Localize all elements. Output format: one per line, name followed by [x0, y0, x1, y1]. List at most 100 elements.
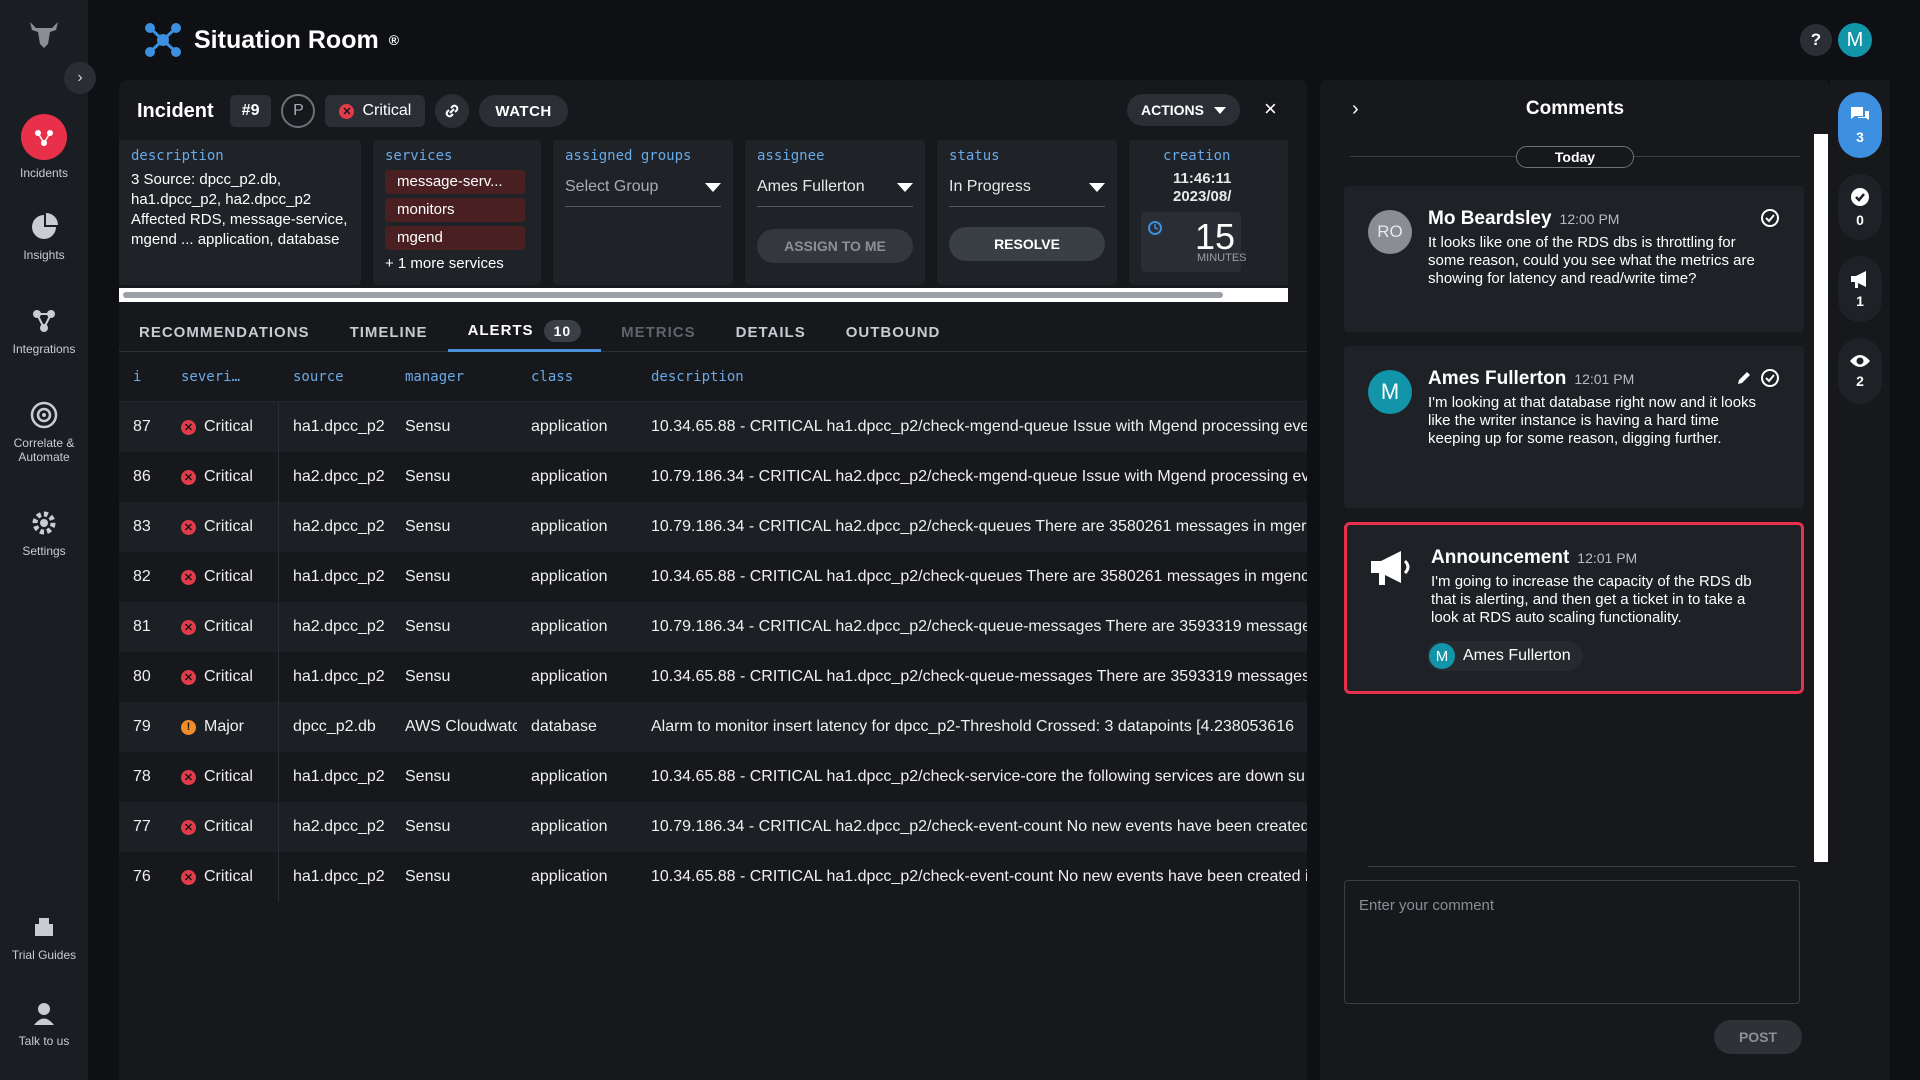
user-avatar[interactable]: M: [1838, 23, 1872, 57]
alert-manager: Sensu: [405, 418, 451, 435]
nav-item-insights[interactable]: Insights: [0, 212, 88, 262]
alert-manager: Sensu: [405, 818, 451, 835]
rail-comments-button[interactable]: 3: [1838, 92, 1882, 158]
creation-card: creation 11:46:11 2023/08/ 15 MINUTES: [1129, 140, 1288, 285]
caret-down-icon: [1214, 106, 1226, 114]
alert-class: application: [531, 818, 608, 835]
comments-scrollbar[interactable]: [1814, 134, 1828, 862]
column-header-description[interactable]: description: [637, 369, 1307, 385]
actions-button[interactable]: ACTIONS: [1127, 94, 1240, 126]
column-header-id[interactable]: i: [119, 369, 169, 385]
nav-item-integrations[interactable]: Integrations: [0, 306, 88, 356]
table-row[interactable]: 81 ✕ Critical ha2.dpcc_p2 Sensu application 10…: [119, 602, 1307, 652]
nav-item-incidents[interactable]: Incidents: [0, 114, 88, 180]
column-header-manager[interactable]: manager: [391, 369, 517, 385]
assign-to-me-button[interactable]: ASSIGN TO ME: [757, 229, 913, 263]
service-tag[interactable]: mgend: [385, 226, 525, 250]
alert-manager: Sensu: [405, 468, 451, 485]
rail-count: 1: [1856, 293, 1864, 309]
bull-logo-icon[interactable]: [26, 18, 62, 50]
tab-outbound[interactable]: OUTBOUND: [826, 312, 961, 352]
priority-button[interactable]: P: [281, 94, 316, 128]
check-circle-icon[interactable]: [1760, 368, 1780, 388]
service-tag[interactable]: monitors: [385, 198, 525, 222]
alert-severity: ✕ Critical: [169, 852, 279, 902]
column-header-source[interactable]: source: [279, 369, 391, 385]
edit-pencil-icon[interactable]: [1734, 368, 1754, 388]
table-row[interactable]: 79! Major dpcc_p2.db AWS Cloudwatc database A…: [119, 702, 1307, 752]
tab-recommendations[interactable]: RECOMMENDATIONS: [119, 312, 330, 352]
nav-item-correlate[interactable]: Correlate & Automate: [0, 400, 88, 464]
tab-timeline[interactable]: TIMELINE: [330, 312, 448, 352]
eye-icon: [1850, 355, 1870, 367]
more-services-link[interactable]: + 1 more services: [385, 254, 529, 274]
status-select[interactable]: In Progress: [949, 172, 1105, 207]
comment-text: I'm going to increase the capacity of th…: [1431, 573, 1752, 626]
group-select-placeholder: Select Group: [565, 178, 659, 195]
severity-label: Critical: [204, 818, 253, 835]
table-row[interactable]: 83 ✕ Critical ha2.dpcc_p2 Sensu application 10…: [119, 502, 1307, 552]
table-row[interactable]: 80 ✕ Critical ha1.dpcc_p2 Sensu application 10…: [119, 652, 1307, 702]
incident-title: Incident: [137, 99, 214, 122]
creation-date: 2023/08/: [1173, 188, 1232, 205]
announcement-author-chip[interactable]: M Ames Fullerton: [1427, 641, 1583, 671]
alert-description: 10.34.65.88 - CRITICAL ha1.dpcc_p2/check…: [651, 418, 1307, 435]
rail-announcements-button[interactable]: 1: [1838, 256, 1882, 322]
incident-tabs: RECOMMENDATIONS TIMELINE ALERTS 10 METRIC…: [119, 312, 1307, 352]
watch-button[interactable]: WATCH: [479, 95, 568, 127]
table-row[interactable]: 78 ✕ Critical ha1.dpcc_p2 Sensu application 10…: [119, 752, 1307, 802]
nav-item-trial-guides[interactable]: Trial Guides: [0, 912, 88, 962]
chat-bubbles-icon: [1851, 107, 1869, 120]
chevron-right-icon: ›: [77, 69, 83, 86]
alert-source: ha1.dpcc_p2: [293, 418, 385, 435]
divider: [1368, 866, 1796, 867]
critical-icon: ✕: [181, 819, 196, 835]
alert-description: 10.79.186.34 - CRITICAL ha2.dpcc_p2/chec…: [651, 468, 1307, 485]
post-button[interactable]: POST: [1714, 1020, 1802, 1054]
alerts-table: i severi… source manager class descripti…: [119, 352, 1307, 902]
actions-label: ACTIONS: [1141, 102, 1204, 118]
service-tag[interactable]: message-serv...: [385, 170, 525, 194]
rail-watchers-button[interactable]: 2: [1838, 338, 1882, 404]
tab-metrics[interactable]: METRICS: [601, 312, 716, 352]
link-icon: [446, 104, 459, 118]
alert-id: 77: [133, 818, 151, 835]
cards-scrollbar[interactable]: [119, 288, 1288, 302]
tab-details[interactable]: DETAILS: [716, 312, 826, 352]
table-row[interactable]: 87 ✕ Critical ha1.dpcc_p2 Sensu application 10…: [119, 402, 1307, 452]
severity-badge[interactable]: ✕ Critical: [325, 95, 426, 127]
table-row[interactable]: 77 ✕ Critical ha2.dpcc_p2 Sensu application 10…: [119, 802, 1307, 852]
nav-label: Insights: [23, 248, 65, 262]
tab-alerts[interactable]: ALERTS 10: [447, 312, 602, 352]
table-row[interactable]: 86 ✕ Critical ha2.dpcc_p2 Sensu application 10…: [119, 452, 1307, 502]
resolve-button[interactable]: RESOLVE: [949, 227, 1105, 261]
table-row[interactable]: 76 ✕ Critical ha1.dpcc_p2 Sensu application 10…: [119, 852, 1307, 902]
rail-approvals-button[interactable]: 0: [1838, 174, 1882, 240]
alert-description: 10.34.65.88 - CRITICAL ha1.dpcc_p2/check…: [651, 768, 1305, 785]
avatar: M: [1429, 643, 1455, 669]
table-row[interactable]: 82 ✕ Critical ha1.dpcc_p2 Sensu application 10…: [119, 552, 1307, 602]
close-incident-button[interactable]: ×: [1264, 96, 1277, 122]
nav-item-settings[interactable]: Settings: [0, 508, 88, 558]
avatar: RO: [1368, 210, 1412, 254]
assignee-select[interactable]: Ames Fullerton: [757, 172, 913, 207]
check-circle-icon[interactable]: [1760, 208, 1780, 228]
nav-item-talk-to-us[interactable]: Talk to us: [0, 998, 88, 1048]
group-select[interactable]: Select Group: [565, 172, 721, 207]
scrollbar-thumb[interactable]: [123, 292, 1223, 298]
comment-input[interactable]: [1344, 880, 1800, 1004]
alert-class: application: [531, 668, 608, 685]
alert-manager: Sensu: [405, 568, 451, 585]
severity-label: Critical: [204, 868, 253, 885]
link-button[interactable]: [435, 94, 470, 128]
column-header-severity[interactable]: severi…: [169, 369, 279, 385]
alert-description: Alarm to monitor insert latency for dpcc…: [651, 718, 1295, 735]
book-icon: [35, 918, 53, 936]
help-button[interactable]: ?: [1800, 24, 1832, 56]
column-header-class[interactable]: class: [517, 369, 637, 385]
alert-description: 10.79.186.34 - CRITICAL ha2.dpcc_p2/chec…: [651, 518, 1307, 535]
status-card: status In Progress RESOLVE: [937, 140, 1117, 285]
date-separator: Today: [1516, 146, 1634, 168]
timer-unit: MINUTES: [1197, 252, 1247, 264]
alert-class: application: [531, 868, 608, 885]
